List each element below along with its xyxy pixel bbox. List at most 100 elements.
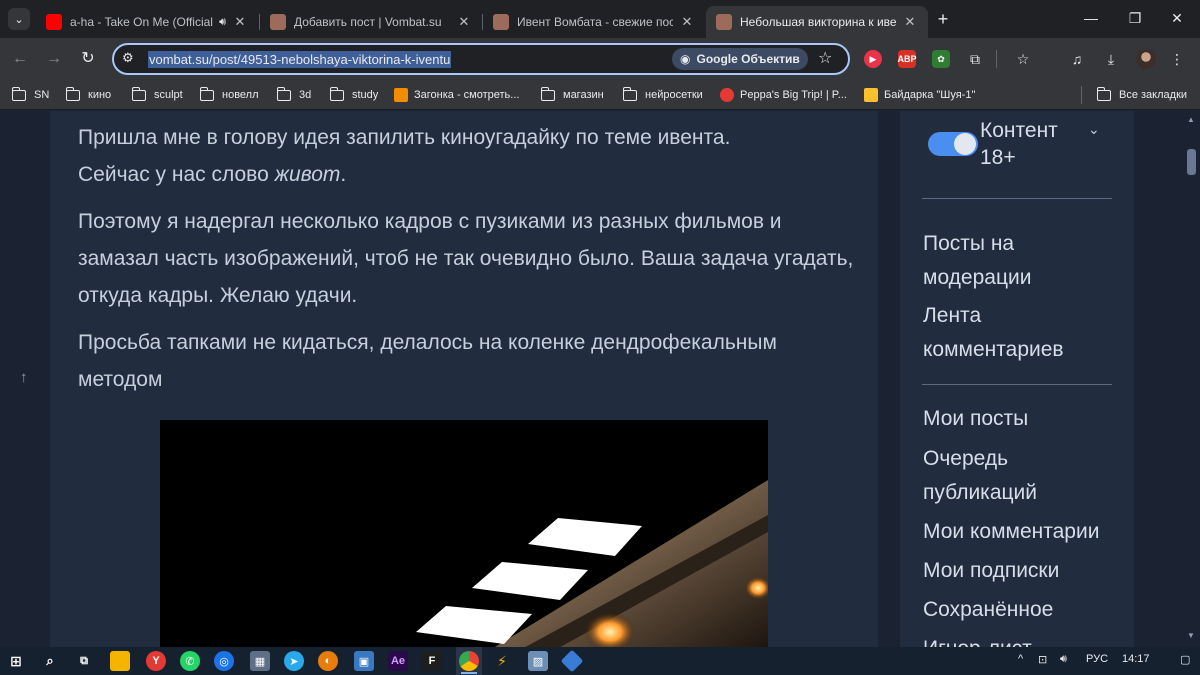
minimize-button[interactable]: — <box>1076 6 1106 30</box>
bookmarks-bar: SN кино sculpt новелл 3d study Загонка -… <box>0 80 1200 110</box>
folder-icon <box>199 86 214 101</box>
page-scrollbar[interactable]: ▲ ▼ <box>1183 111 1200 647</box>
clock[interactable]: 14:17 <box>1122 653 1150 665</box>
bookmark-star-icon[interactable]: ☆ <box>818 48 832 68</box>
sidebar-link-my-subscriptions[interactable]: Мои подписки <box>923 554 1123 588</box>
close-tab-icon[interactable]: ✕ <box>232 14 248 30</box>
bookmark-baidarka[interactable]: Байдарка "Шуя-1" <box>864 86 975 104</box>
close-window-button[interactable]: ✕ <box>1162 6 1192 30</box>
bookmark-label: магазин <box>563 89 604 101</box>
image-viewer-icon[interactable]: ▨ <box>528 651 548 671</box>
sidebar-link-publish-queue[interactable]: Очередь публикаций <box>923 442 1123 510</box>
bookmark-folder-kino[interactable]: кино <box>65 86 111 104</box>
scroll-down-arrow-icon[interactable]: ▼ <box>1187 631 1195 640</box>
bookmark-folder-study[interactable]: study <box>329 86 378 104</box>
calculator-icon[interactable]: ▦ <box>250 651 270 671</box>
language-indicator[interactable]: РУС <box>1086 653 1108 665</box>
tab-event-posts[interactable]: Ивент Вомбата - свежие посты ✕ <box>483 6 705 38</box>
all-bookmarks-folder[interactable]: Все закладки <box>1096 86 1187 104</box>
tab-title: Добавить пост | Vombat.su <box>294 15 442 29</box>
search-icon[interactable]: ⌕ <box>40 651 60 671</box>
app-blue-icon[interactable]: ▣ <box>354 651 374 671</box>
browser-app-icon[interactable]: ◎ <box>214 651 234 671</box>
vombat-favicon-icon <box>716 14 732 30</box>
after-effects-icon[interactable]: Ae <box>388 651 408 671</box>
telegram-icon[interactable]: ➤ <box>284 651 304 671</box>
folder-icon <box>276 86 291 101</box>
sidebar-link-moderation[interactable]: Посты на модерации <box>923 227 1123 295</box>
bookmark-folder-neuro[interactable]: нейросетки <box>622 86 703 104</box>
extension-red-play-icon[interactable]: ▶ <box>864 50 882 68</box>
figma-icon[interactable]: F <box>422 651 442 671</box>
windows-start-icon[interactable]: ⊞ <box>6 651 26 671</box>
address-bar[interactable]: ⚙ vombat.su/post/49513-nebolshaya-viktor… <box>112 43 850 75</box>
back-button[interactable]: ← <box>8 47 32 71</box>
active-app-indicator <box>461 672 477 674</box>
reload-button[interactable]: ↻ <box>76 47 100 71</box>
scrollbar-thumb[interactable] <box>1187 149 1196 175</box>
tab-quiz-active[interactable]: Небольшая викторина к ивенту ✕ <box>706 6 928 38</box>
notifications-icon[interactable]: ▢ <box>1180 653 1190 666</box>
vombat-favicon-icon <box>270 14 286 30</box>
adblock-icon[interactable]: ABP <box>898 50 917 68</box>
baidarka-favicon-icon <box>864 88 878 102</box>
tab-add-post[interactable]: Добавить пост | Vombat.su ✕ <box>260 6 482 38</box>
scroll-up-arrow-icon[interactable]: ▲ <box>1187 115 1195 124</box>
url-text[interactable]: vombat.su/post/49513-nebolshaya-viktorin… <box>148 51 452 68</box>
new-tab-button[interactable]: + <box>932 8 954 30</box>
whatsapp-icon[interactable]: ✆ <box>180 651 200 671</box>
restore-button[interactable]: ❐ <box>1120 6 1150 30</box>
chevron-down-icon[interactable]: ⌄ <box>1088 121 1100 138</box>
sidebar-link-my-posts[interactable]: Мои посты <box>923 402 1123 436</box>
nsfw-toggle-label: Контент 18+ <box>980 119 1058 169</box>
sidebar-divider <box>922 198 1112 199</box>
network-icon[interactable]: ⊡ <box>1038 653 1047 666</box>
nsfw-toggle[interactable] <box>928 132 978 156</box>
tab-youtube[interactable]: a-ha - Take On Me (Official 🔊︎ ✕ <box>36 6 258 38</box>
post-image[interactable] <box>160 420 768 647</box>
bookmark-folder-novell[interactable]: новелл <box>199 86 259 104</box>
windows-taskbar: ⊞ ⌕ ⧉ Y ✆ ◎ ▦ ➤ ◐ ▣ Ae F ⚡ ▨ ^ ⊡ 🔊︎ РУС … <box>0 647 1200 675</box>
folder-icon <box>11 86 26 101</box>
chrome-icon[interactable] <box>459 651 479 671</box>
scroll-to-top-icon[interactable]: ↑ <box>20 369 28 386</box>
close-tab-icon[interactable]: ✕ <box>456 14 472 30</box>
file-explorer-icon[interactable] <box>110 651 130 671</box>
lens-icon: ◉ <box>680 52 691 66</box>
volume-icon[interactable]: 🔊︎ <box>1060 653 1067 666</box>
sidebar-link-ignore-list[interactable]: Игнор-лист <box>923 632 1123 647</box>
close-tab-icon[interactable]: ✕ <box>679 14 695 30</box>
sidebar-link-my-comments[interactable]: Мои комментарии <box>923 515 1123 549</box>
tray-overflow-icon[interactable]: ^ <box>1018 653 1023 665</box>
menu-dots-icon[interactable]: ⋮ <box>1166 48 1188 70</box>
media-control-icon[interactable]: ♫ <box>1066 48 1088 70</box>
bookmark-folder-sn[interactable]: SN <box>11 86 49 104</box>
downloads-icon[interactable]: ⤓ <box>1100 48 1122 70</box>
lightning-app-icon[interactable]: ⚡ <box>492 651 512 671</box>
bookmark-zagonka[interactable]: Загонка - смотреть... <box>394 86 519 104</box>
blender-icon[interactable]: ◐ <box>318 651 338 671</box>
speaker-icon[interactable]: 🔊︎ <box>219 16 226 29</box>
folder-icon <box>131 86 146 101</box>
site-info-icon[interactable]: ⚙ <box>122 50 134 66</box>
close-tab-icon[interactable]: ✕ <box>902 14 918 30</box>
post-paragraph-3: Просьба тапками не кидаться, делалось на… <box>78 331 777 391</box>
forward-button[interactable]: → <box>42 47 66 71</box>
bookmark-folder-3d[interactable]: 3d <box>276 86 311 104</box>
sidebar-link-comments-feed[interactable]: Лента комментариев <box>923 299 1123 367</box>
bookmark-folder-magazin[interactable]: магазин <box>540 86 604 104</box>
post-body: Пришла мне в голову идея запилить киноуг… <box>50 111 878 647</box>
extensions-icon[interactable]: ⧉ <box>964 48 986 70</box>
bookmark-peppa[interactable]: Peppa's Big Trip! | P... <box>720 86 847 104</box>
sidebar-link-saved[interactable]: Сохранённое <box>923 593 1123 627</box>
app-diamond-icon[interactable] <box>560 649 584 673</box>
bookmarks-icon[interactable]: ☆ <box>1012 48 1034 70</box>
task-view-icon[interactable]: ⧉ <box>74 651 94 671</box>
google-lens-button[interactable]: ◉ Google Объектив <box>672 48 808 70</box>
extension-colorful-icon[interactable]: ✿ <box>932 50 950 68</box>
tab-search-button[interactable]: ⌄ <box>8 8 30 30</box>
bookmark-folder-sculpt[interactable]: sculpt <box>131 86 183 104</box>
peppa-favicon-icon <box>720 88 734 102</box>
yandex-browser-icon[interactable]: Y <box>146 651 166 671</box>
profile-avatar[interactable] <box>1136 49 1156 69</box>
